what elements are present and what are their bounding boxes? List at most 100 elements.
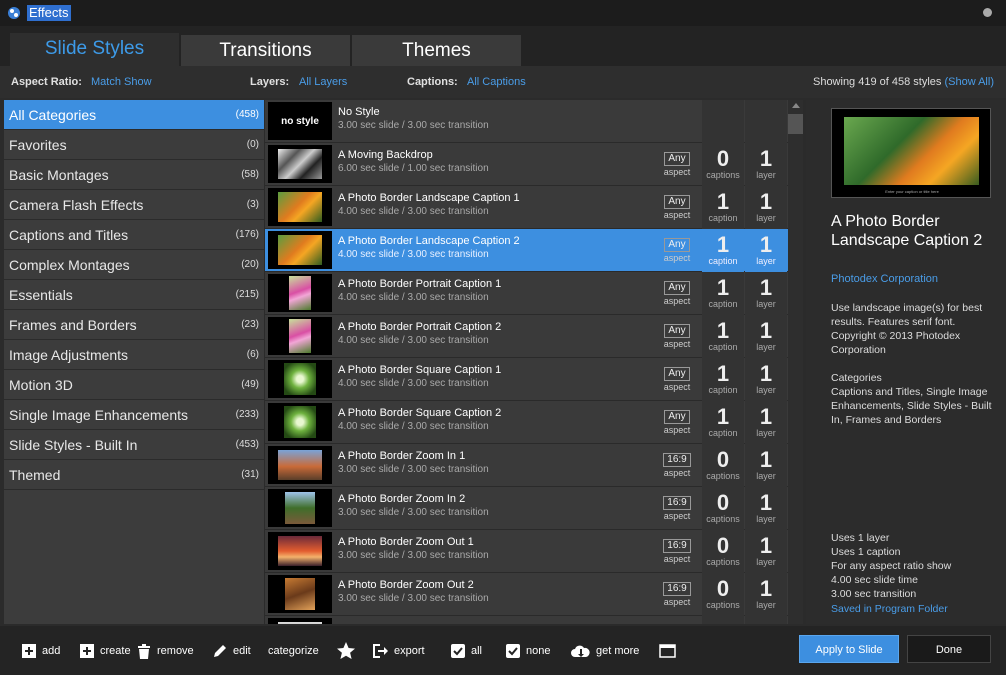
style-preview-image: Enter your caption or title here (831, 108, 991, 198)
style-name: A Photo Border Landscape Caption 2 (338, 235, 520, 247)
category-item[interactable]: Camera Flash Effects (3) (4, 190, 264, 220)
show-all-link[interactable]: (Show All) (944, 76, 994, 88)
captions-indicator: 0 captions (702, 487, 744, 530)
checkbox-checked-icon (451, 644, 465, 658)
thumbnail-photo (278, 450, 322, 480)
style-row[interactable] (265, 616, 788, 624)
category-item[interactable]: Slide Styles - Built In (453) (4, 430, 264, 460)
get-more-label: get more (596, 645, 640, 657)
aspect-label: aspect (663, 210, 691, 220)
category-item[interactable]: Captions and Titles (176) (4, 220, 264, 250)
category-item[interactable]: Complex Montages (20) (4, 250, 264, 280)
captions-indicator: 1 caption (702, 401, 744, 444)
pencil-icon (214, 645, 226, 657)
category-item[interactable]: Basic Montages (58) (4, 160, 264, 190)
apply-to-slide-button[interactable]: Apply to Slide (799, 635, 899, 663)
captions-label: captions (706, 600, 740, 610)
style-name: A Photo Border Zoom In 2 (338, 493, 466, 505)
showing-count: Showing 419 of 458 styles (Show All) (813, 66, 994, 98)
style-row[interactable]: A Photo Border Square Caption 1 4.00 sec … (265, 358, 788, 401)
preview-photo (844, 117, 979, 185)
favorite-button[interactable] (337, 642, 361, 660)
captions-label: captions (706, 514, 740, 524)
layers-count: 1 (759, 533, 773, 558)
select-all-button[interactable]: all (451, 642, 482, 660)
add-button[interactable]: add (22, 642, 60, 660)
filter-bar: Aspect Ratio: Match Show Layers: All Lay… (0, 66, 1006, 98)
get-more-button[interactable]: get more (571, 642, 639, 660)
category-count: (49) (241, 379, 259, 390)
aspect-value: Any (664, 238, 690, 252)
style-row[interactable]: A Moving Backdrop 6.00 sec slide / 1.00 s… (265, 143, 788, 186)
category-item[interactable]: All Categories (458) (4, 100, 264, 130)
detail-saved-location[interactable]: Saved in Program Folder (831, 603, 948, 615)
layers-filter[interactable]: All Layers (299, 66, 347, 98)
preview-caption: Enter your caption or title here (885, 189, 939, 194)
layers-label: layer (756, 385, 776, 395)
category-item[interactable]: Image Adjustments (6) (4, 340, 264, 370)
edit-button[interactable]: edit (213, 642, 251, 660)
captions-label: captions (706, 170, 740, 180)
window-close-button[interactable] (983, 8, 992, 17)
aspect-ratio-filter[interactable]: Match Show (91, 66, 152, 98)
detail-panel: Enter your caption or title here A Photo… (806, 100, 1006, 624)
scrollbar-thumb[interactable] (788, 114, 803, 134)
category-item[interactable]: Favorites (0) (4, 130, 264, 160)
category-item[interactable]: Motion 3D (49) (4, 370, 264, 400)
style-row[interactable]: A Photo Border Landscape Caption 2 4.00 s… (265, 229, 788, 272)
category-count: (6) (246, 349, 259, 360)
aspect-label: aspect (663, 425, 691, 435)
category-item[interactable]: Essentials (215) (4, 280, 264, 310)
aspect-value: Any (664, 195, 690, 209)
category-name: Themed (9, 466, 61, 483)
select-none-button[interactable]: none (506, 642, 550, 660)
captions-indicator: 1 caption (702, 358, 744, 401)
window-view-button[interactable] (659, 642, 682, 660)
export-button[interactable]: export (373, 642, 425, 660)
list-scrollbar[interactable] (788, 100, 803, 624)
detail-uses-caption: Uses 1 caption (831, 546, 901, 558)
style-name: No Style (338, 106, 380, 118)
captions-indicator (702, 616, 744, 624)
style-row[interactable]: A Photo Border Portrait Caption 1 4.00 se… (265, 272, 788, 315)
style-row[interactable]: A Photo Border Zoom Out 2 3.00 sec slide … (265, 573, 788, 616)
aspect-indicator: Any aspect (657, 229, 697, 272)
aspect-value: 16:9 (663, 496, 691, 510)
tab-transitions[interactable]: Transitions (181, 35, 350, 66)
thumbnail-photo (278, 536, 322, 566)
style-row[interactable]: A Photo Border Square Caption 2 4.00 sec … (265, 401, 788, 444)
captions-filter[interactable]: All Captions (467, 66, 526, 98)
category-item[interactable]: Frames and Borders (23) (4, 310, 264, 340)
style-row[interactable]: A Photo Border Zoom In 2 3.00 sec slide /… (265, 487, 788, 530)
style-thumbnail (268, 317, 332, 355)
aspect-value: 16:9 (663, 582, 691, 596)
style-row[interactable]: no style No Style 3.00 sec slide / 3.00 se… (265, 100, 788, 143)
style-row[interactable]: A Photo Border Landscape Caption 1 4.00 s… (265, 186, 788, 229)
tab-themes[interactable]: Themes (352, 35, 521, 66)
style-row[interactable]: A Photo Border Zoom Out 1 3.00 sec slide … (265, 530, 788, 573)
aspect-indicator: Any aspect (657, 401, 697, 444)
captions-indicator: 0 captions (702, 444, 744, 487)
tab-slide-styles[interactable]: Slide Styles (10, 33, 179, 66)
category-name: Frames and Borders (9, 316, 137, 333)
style-row[interactable]: A Photo Border Portrait Caption 2 4.00 se… (265, 315, 788, 358)
scroll-up-arrow-icon[interactable] (792, 103, 800, 108)
captions-count: 0 (716, 576, 730, 601)
captions-label: caption (708, 299, 738, 309)
layers-count: 1 (759, 361, 773, 386)
export-label: export (394, 645, 425, 657)
categorize-button[interactable]: categorize (268, 642, 319, 660)
detail-author-link[interactable]: Photodex Corporation (831, 273, 938, 285)
remove-button[interactable]: remove (137, 642, 194, 660)
create-label: create (100, 645, 131, 657)
thumbnail-photo (289, 276, 311, 310)
layers-label: layer (756, 600, 776, 610)
layers-indicator: 1 layer (745, 444, 787, 487)
style-row[interactable]: A Photo Border Zoom In 1 3.00 sec slide /… (265, 444, 788, 487)
category-item[interactable]: Themed (31) (4, 460, 264, 490)
done-button[interactable]: Done (907, 635, 991, 663)
category-item[interactable]: Single Image Enhancements (233) (4, 400, 264, 430)
create-button[interactable]: create (80, 642, 131, 660)
layers-indicator (745, 616, 787, 624)
layers-indicator: 1 layer (745, 573, 787, 616)
